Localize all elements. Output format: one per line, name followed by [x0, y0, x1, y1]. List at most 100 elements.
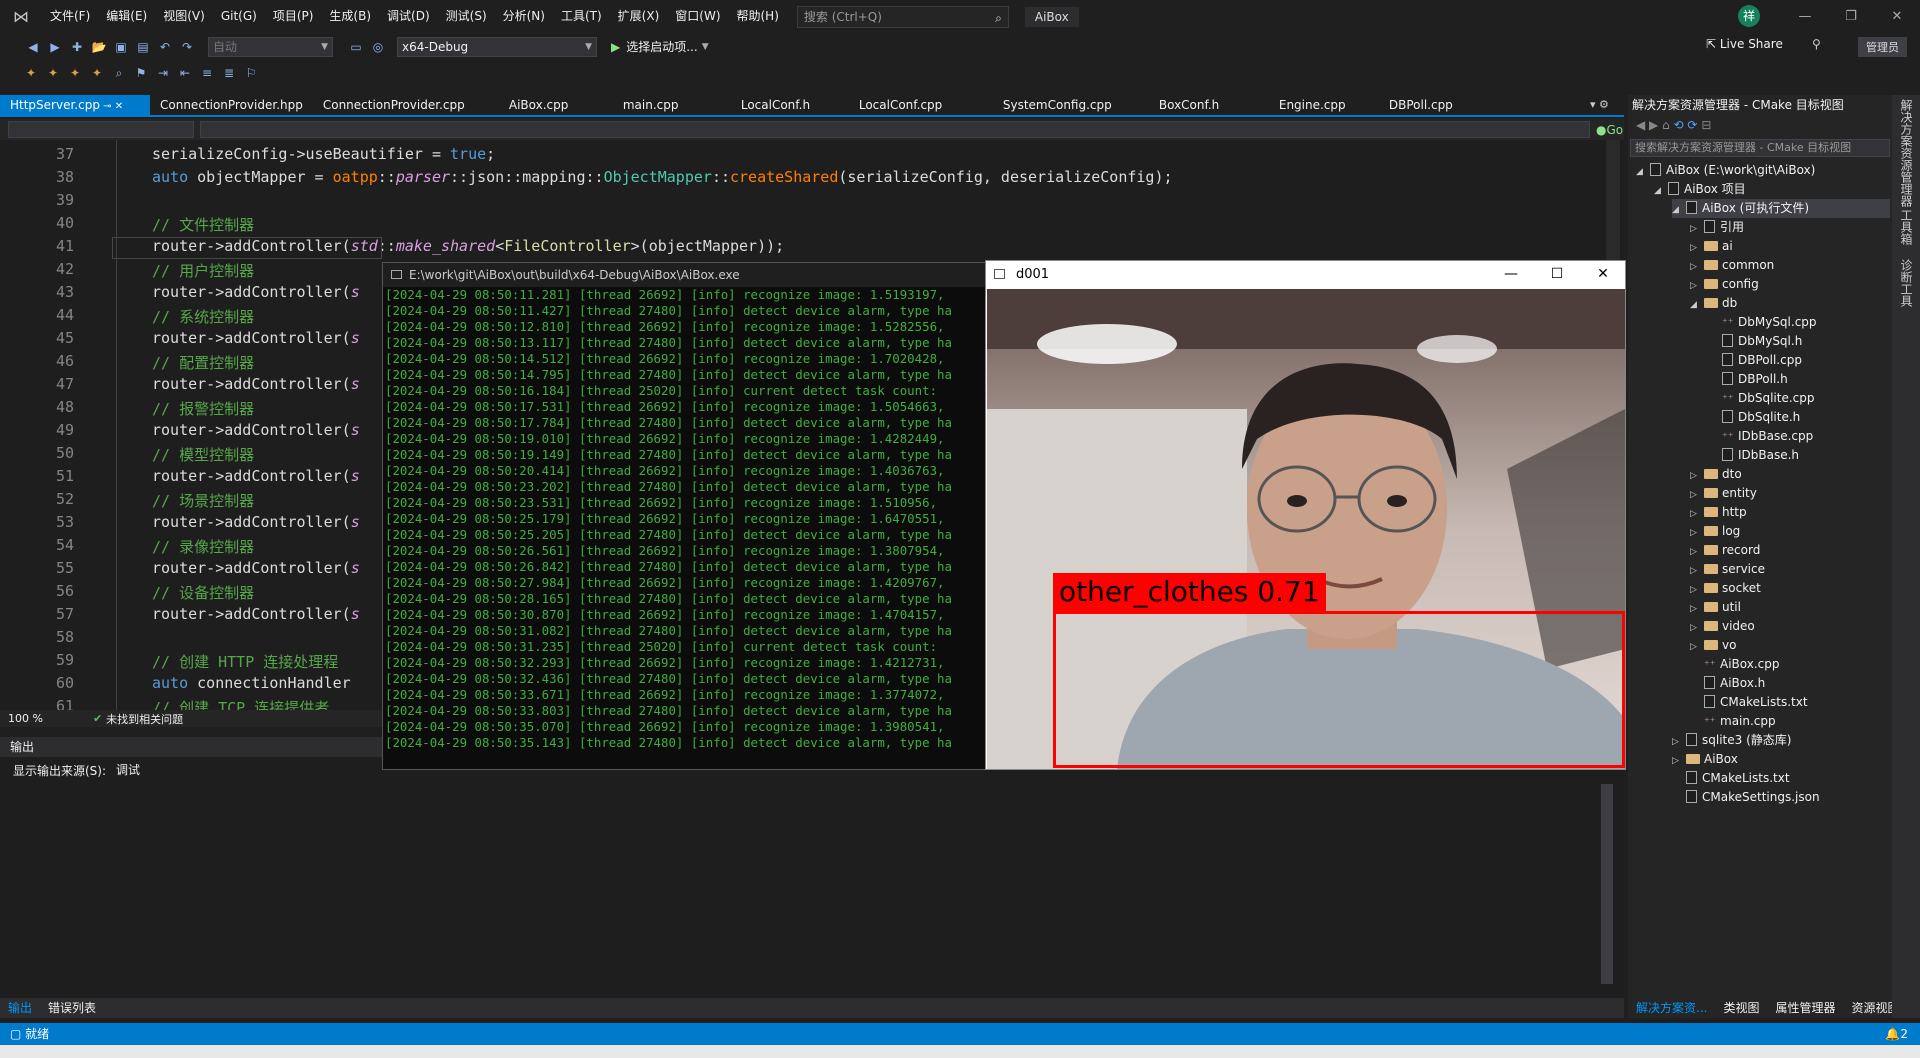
tab-systemconfig-cpp[interactable]: SystemConfig.cpp	[993, 95, 1149, 115]
search-box[interactable]: 搜索 (Ctrl+Q) ⌕	[796, 5, 1009, 28]
chevron-down-icon[interactable]: ▼	[702, 42, 709, 52]
back-icon[interactable]: ◀	[24, 38, 42, 56]
menu-item-7[interactable]: 测试(S)	[438, 0, 495, 33]
explorer-tab-1[interactable]: 类视图	[1715, 998, 1767, 1018]
collapse-icon[interactable]: ⊟	[1701, 118, 1711, 132]
cam-minimize-button[interactable]: —	[1488, 261, 1534, 288]
tree-item[interactable]: DbMySql.h	[1708, 332, 1890, 351]
debug-icon[interactable]: ✦	[22, 64, 40, 82]
tree-item[interactable]: ▷ http	[1690, 503, 1890, 522]
code-line[interactable]: // 用户控制器	[152, 260, 254, 281]
forward-icon[interactable]: ▶	[46, 38, 64, 56]
menu-item-4[interactable]: 项目(P)	[265, 0, 322, 33]
code-line[interactable]: // 创建 TCP 连接提供者	[152, 697, 329, 710]
flag-icon[interactable]: ⚐	[242, 64, 260, 82]
code-line[interactable]: router->addController(s	[152, 559, 360, 577]
folder-icon[interactable]: ▭	[347, 38, 365, 56]
output-tab-1[interactable]: 错误列表	[40, 998, 104, 1018]
tree-item[interactable]: ▷ dto	[1690, 465, 1890, 484]
menu-item-5[interactable]: 生成(B)	[321, 0, 379, 33]
expanded-icon[interactable]: ◢	[1672, 201, 1686, 220]
tree-item[interactable]: ◢ db	[1690, 294, 1890, 313]
close-button[interactable]: ✕	[1874, 0, 1920, 33]
code-line[interactable]: // 配置控制器	[152, 352, 254, 373]
comment-icon[interactable]: ≡	[198, 64, 216, 82]
code-line[interactable]: // 设备控制器	[152, 582, 254, 603]
undo-icon[interactable]: ↶	[156, 38, 174, 56]
tab-engine-cpp[interactable]: Engine.cpp	[1269, 95, 1379, 115]
sync-icon[interactable]: ⟲ ⟳	[1674, 118, 1698, 132]
expanded-icon[interactable]: ◢	[1654, 182, 1668, 201]
tree-item[interactable]: ▷ record	[1690, 541, 1890, 560]
code-line[interactable]: // 模型控制器	[152, 444, 254, 465]
output-source-combo[interactable]: 调试	[112, 761, 403, 781]
member-combo[interactable]	[200, 121, 1590, 138]
tab-localconf-cpp[interactable]: LocalConf.cpp	[849, 95, 993, 115]
explorer-tab-0[interactable]: 解决方案资...	[1628, 998, 1715, 1018]
bookmark-icon[interactable]: ⚑	[132, 64, 150, 82]
cam-close-button[interactable]: ✕	[1580, 261, 1626, 288]
tree-item[interactable]: ▷ log	[1690, 522, 1890, 541]
tree-item[interactable]: IDbBase.h	[1708, 446, 1890, 465]
platform-combo[interactable]: x64-Debug ▼	[397, 36, 597, 57]
camera-title-bar[interactable]: d001 — ☐ ✕	[986, 261, 1625, 288]
output-tab-0[interactable]: 输出	[0, 998, 40, 1018]
tree-item[interactable]: CMakeSettings.json	[1672, 788, 1890, 807]
code-line[interactable]: // 创建 HTTP 连接处理程	[152, 651, 338, 672]
tree-item[interactable]: ⁺⁺ IDbBase.cpp	[1708, 427, 1890, 446]
console-title-bar[interactable]: E:\work\git\AiBox\out\build\x64-Debug\Ai…	[383, 263, 986, 287]
indent-icon[interactable]: ⇥	[154, 64, 172, 82]
code-line[interactable]: router->addController(s	[152, 513, 360, 531]
tab-connectionprovider-cpp[interactable]: ConnectionProvider.cpp	[313, 95, 499, 115]
code-line[interactable]: router->addController(s	[152, 329, 360, 347]
code-line[interactable]: // 录像控制器	[152, 536, 254, 557]
tree-item[interactable]: ▷ AiBox	[1672, 750, 1890, 769]
code-line[interactable]: auto objectMapper = oatpp::parser::json:…	[152, 168, 1173, 186]
code-line[interactable]: // 系统控制器	[152, 306, 254, 327]
build-icon[interactable]: ✦	[44, 64, 62, 82]
tree-item[interactable]: CMakeLists.txt	[1672, 769, 1890, 788]
console-window[interactable]: E:\work\git\AiBox\out\build\x64-Debug\Ai…	[382, 262, 987, 770]
tree-item[interactable]: ▷ socket	[1690, 579, 1890, 598]
tree-item[interactable]: ⁺⁺ AiBox.cpp	[1690, 655, 1890, 674]
clean-icon[interactable]: ✦	[88, 64, 106, 82]
tree-item[interactable]: DbSqlite.h	[1708, 408, 1890, 427]
tree-item[interactable]: ▷ common	[1690, 256, 1890, 275]
tree-item[interactable]: ◢ AiBox (可执行文件)	[1672, 199, 1890, 218]
code-line[interactable]: // 文件控制器	[152, 214, 254, 235]
menu-item-1[interactable]: 编辑(E)	[98, 0, 155, 33]
outdent-icon[interactable]: ⇤	[176, 64, 194, 82]
code-line[interactable]: router->addController(s	[152, 283, 360, 301]
tree-item[interactable]: ◢ AiBox 项目	[1654, 180, 1890, 199]
restore-button[interactable]: ❐	[1828, 0, 1874, 33]
start-button[interactable]: 选择启动项...	[626, 38, 697, 55]
live-share-button[interactable]: ⇱ Live Share	[1706, 37, 1783, 51]
save-all-icon[interactable]: ▤	[134, 38, 152, 56]
code-line[interactable]: router->addController(s	[152, 467, 360, 485]
menu-item-12[interactable]: 帮助(H)	[729, 0, 787, 33]
side-strip-tab-2[interactable]: 诊断工具	[1898, 259, 1915, 307]
project-scope-combo[interactable]	[8, 121, 194, 138]
tree-item[interactable]: ▷ video	[1690, 617, 1890, 636]
side-strip-tab-1[interactable]: 工具箱	[1898, 209, 1915, 245]
code-line[interactable]: // 报警控制器	[152, 398, 254, 419]
home-icon[interactable]: ⌂	[1662, 118, 1670, 132]
tree-item[interactable]: CMakeLists.txt	[1690, 693, 1890, 712]
tree-item[interactable]: ⁺⁺ DbMySql.cpp	[1708, 313, 1890, 332]
code-line[interactable]: // 场景控制器	[152, 490, 254, 511]
start-icon[interactable]: ▶	[611, 40, 620, 54]
user-avatar[interactable]: 祥	[1738, 5, 1760, 27]
rebuild-icon[interactable]: ✦	[66, 64, 84, 82]
tab-list-icon[interactable]: ▾ ⚙	[1590, 98, 1609, 111]
tree-item[interactable]: ▷ ai	[1690, 237, 1890, 256]
issues-text[interactable]: 未找到相关问题	[106, 711, 183, 727]
expanded-icon[interactable]: ◢	[1690, 296, 1704, 315]
menu-item-6[interactable]: 调试(D)	[379, 0, 438, 33]
tree-item[interactable]: ▷ service	[1690, 560, 1890, 579]
explorer-tab-2[interactable]: 属性管理器	[1767, 998, 1843, 1018]
pin-close-icon[interactable]: ⊸ ✕	[100, 101, 123, 112]
code-line[interactable]: router->addController(s	[152, 421, 360, 439]
redo-icon[interactable]: ↷	[178, 38, 196, 56]
notification-icon[interactable]: 🔔2	[1885, 1023, 1908, 1045]
tree-item[interactable]: ⁺⁺ main.cpp	[1690, 712, 1890, 731]
